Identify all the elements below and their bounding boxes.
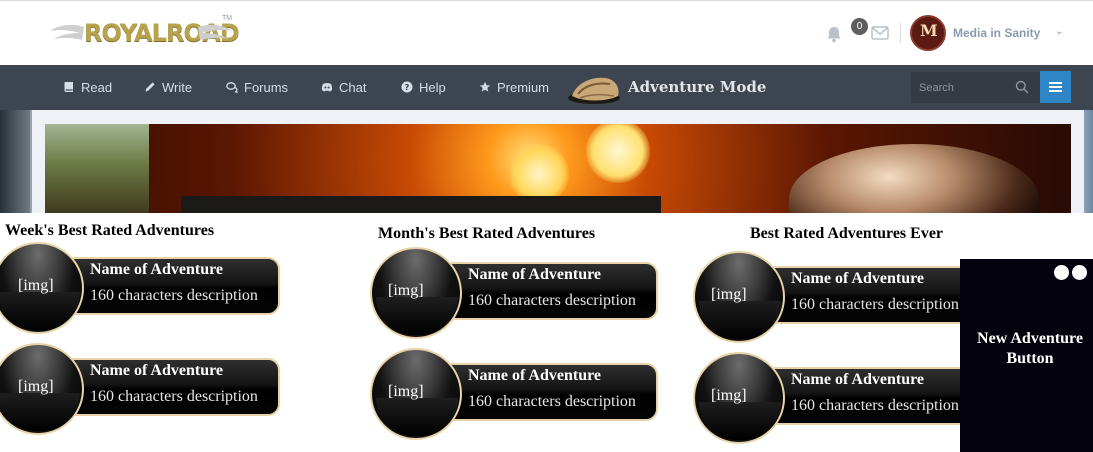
adventure-card[interactable]: Name of Adventure 160 characters descrip… [693,352,993,447]
nav-item-write[interactable]: Write [144,80,192,96]
list-icon [1049,82,1062,92]
right-wing-icon [198,24,232,40]
menu-toggle-button[interactable] [1040,71,1071,103]
section-title: Best Rated Adventures Ever [750,225,944,242]
nav-item-forums[interactable]: Forums [226,80,288,96]
section-title: Week's Best Rated Adventures [5,222,215,239]
adventure-description: 160 characters description [468,393,636,410]
left-wing-icon [50,24,84,40]
search-icon[interactable] [1015,80,1029,94]
sun2 [586,124,650,183]
adventure-mode-title[interactable]: Adventure Mode [628,78,766,96]
adventure-card[interactable]: Name of Adventure 160 characters descrip… [370,348,670,443]
nav-item-read[interactable]: Read [63,80,112,96]
royalroad-logo[interactable]: ROYALROAD TM [50,13,240,55]
adventure-description: 160 characters description [90,388,258,405]
avatar[interactable]: M [910,15,946,51]
divider [900,23,901,43]
nav-item-label: Chat [339,80,367,95]
adventure-card[interactable]: Name of Adventure 160 characters descrip… [0,343,292,438]
dot [1072,265,1087,280]
nav-item-label: Read [81,80,113,95]
new-adventure-button[interactable]: New Adventure Button [960,259,1093,452]
nav-item-label: Premium [497,80,550,95]
discord-icon [321,83,333,92]
top-header: ROYALROAD TM 0 M Media in Sanity ⌄ [0,0,1093,66]
sun1 [509,144,569,204]
banner-caption-bar [181,196,661,213]
adventure-mode-logo [568,77,620,104]
adventure-name: Name of Adventure [791,371,925,388]
adventure-card[interactable]: Name of Adventure 160 characters descrip… [0,242,292,337]
section-title: Month's Best Rated Adventures [378,225,596,242]
adventure-info: Name of Adventure 160 characters descrip… [62,257,280,315]
image-placeholder: [img] [711,387,747,404]
mail-icon[interactable] [871,26,889,40]
new-adventure-label: New Adventure Button [977,330,1083,367]
adventure-info: Name of Adventure 160 characters descrip… [440,363,658,421]
question-circle-icon: ? [401,81,413,93]
adventure-description: 160 characters description [791,397,959,414]
banner [0,110,1093,213]
nav-item-label: Help [419,80,446,95]
avatar-initials: M [920,21,938,40]
adventure-name: Name of Adventure [468,367,602,384]
book-icon [64,82,73,92]
image-placeholder: [img] [18,277,54,294]
adventure-name: Name of Adventure [468,266,602,283]
chevron-down-icon[interactable]: ⌄ [1055,26,1063,37]
adventure-name: Name of Adventure [90,261,224,278]
options-icon[interactable] [1054,265,1090,285]
image-placeholder: [img] [388,282,424,299]
image-placeholder: [img] [711,286,747,303]
banner-thumbnail [45,124,149,213]
adventure-description: 160 characters description [90,287,258,304]
image-placeholder: [img] [18,378,54,395]
adventure-info: Name of Adventure 160 characters descrip… [763,367,981,425]
comments-icon [226,82,238,93]
nav-item-chat[interactable]: Chat [321,80,366,96]
username[interactable]: Media in Sanity [953,26,1040,40]
adventure-name: Name of Adventure [90,362,224,379]
adventure-description: 160 characters description [791,296,959,313]
bell-icon[interactable] [825,25,843,43]
adventure-card[interactable]: Name of Adventure 160 characters descrip… [693,251,993,346]
nav-item-label: Forums [244,80,289,95]
main-navbar: Read Write Forums Chat ? Help Premium Adv… [0,65,1093,110]
star-icon [479,81,491,92]
nav-item-help[interactable]: ? Help [401,80,446,96]
nav-item-premium[interactable]: Premium [479,80,549,96]
adventure-info: Name of Adventure 160 characters descrip… [62,358,280,416]
adventure-info: Name of Adventure 160 characters descrip… [440,262,658,320]
adventure-info: Name of Adventure 160 characters descrip… [763,266,981,324]
search-input[interactable] [917,78,1016,98]
background-left [0,110,30,213]
pencil-icon [145,82,155,92]
svg-text:?: ? [405,83,410,92]
helmet-image [789,144,1039,213]
dot [1054,265,1069,280]
banner-frame [32,110,1084,213]
adventure-card[interactable]: Name of Adventure 160 characters descrip… [370,247,670,342]
image-placeholder: [img] [388,383,424,400]
notification-badge: 0 [851,18,868,35]
adventure-name: Name of Adventure [791,270,925,287]
nav-item-label: Write [162,80,193,95]
banner-image [149,124,1071,213]
adventure-description: 160 characters description [468,292,636,309]
search-box [911,72,1040,103]
